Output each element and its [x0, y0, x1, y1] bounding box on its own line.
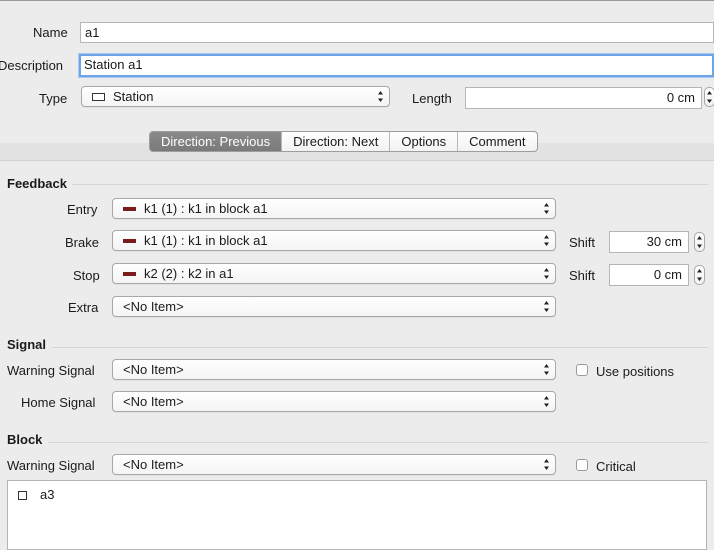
length-field[interactable]: 0 cm: [465, 87, 702, 109]
home-signal-select-value: <No Item>: [123, 394, 184, 409]
brake-shift-stepper[interactable]: [694, 232, 705, 252]
stop-select[interactable]: k2 (2) : k2 in a1: [112, 263, 556, 284]
tab-comment[interactable]: Comment: [457, 132, 536, 151]
up-down-arrows-icon: [544, 459, 549, 470]
use-positions-label: Use positions: [596, 364, 675, 379]
length-stepper[interactable]: [704, 87, 714, 107]
type-label: Type: [39, 91, 68, 106]
window-top-border: [0, 0, 714, 1]
stepper-arrows-icon: [707, 91, 712, 103]
critical-label: Critical: [596, 459, 636, 474]
type-select-value: Station: [113, 89, 154, 104]
up-down-arrows-icon: [544, 235, 549, 246]
stop-shift-field[interactable]: 0 cm: [609, 264, 689, 286]
description-label: Description: [0, 58, 64, 73]
stepper-arrows-icon: [697, 236, 702, 248]
tab-direction-previous[interactable]: Direction: Previous: [150, 132, 282, 151]
signal-warning-select[interactable]: <No Item>: [112, 359, 556, 380]
length-label: Length: [412, 91, 452, 106]
sensor-icon: [123, 206, 136, 211]
name-field[interactable]: a1: [80, 22, 714, 43]
signal-warning-select-value: <No Item>: [123, 362, 184, 377]
direction-tabs: Direction: Previous Direction: Next Opti…: [149, 131, 538, 152]
brake-shift-field[interactable]: 30 cm: [609, 231, 689, 253]
brake-shift-label: Shift: [569, 235, 596, 250]
type-select[interactable]: Station: [81, 86, 390, 107]
use-positions-checkbox[interactable]: [576, 364, 588, 376]
name-label: Name: [33, 25, 68, 40]
entry-select[interactable]: k1 (1) : k1 in block a1: [112, 198, 556, 219]
block-divider: [48, 442, 708, 443]
block-icon: [18, 491, 27, 500]
tab-direction-next[interactable]: Direction: Next: [281, 132, 389, 151]
up-down-arrows-icon: [544, 364, 549, 375]
list-item-label: a3: [40, 487, 55, 502]
sensor-icon: [123, 238, 136, 243]
stop-shift-stepper[interactable]: [694, 265, 705, 285]
extra-select-value: <No Item>: [123, 299, 184, 314]
up-down-arrows-icon: [378, 91, 383, 102]
feedback-divider: [72, 184, 708, 185]
up-down-arrows-icon: [544, 203, 549, 214]
brake-select[interactable]: k1 (1) : k1 in block a1: [112, 230, 556, 251]
stop-select-value: k2 (2) : k2 in a1: [144, 266, 234, 281]
signal-section-title: Signal: [7, 337, 47, 352]
stop-shift-label: Shift: [569, 268, 596, 283]
up-down-arrows-icon: [544, 301, 549, 312]
block-list[interactable]: a3: [7, 480, 707, 550]
block-warning-select-value: <No Item>: [123, 457, 184, 472]
extra-select[interactable]: <No Item>: [112, 296, 556, 317]
block-section-title: Block: [7, 432, 43, 447]
home-signal-select[interactable]: <No Item>: [112, 391, 556, 412]
brake-label: Brake: [65, 235, 99, 250]
brake-select-value: k1 (1) : k1 in block a1: [144, 233, 268, 248]
entry-select-value: k1 (1) : k1 in block a1: [144, 201, 268, 216]
feedback-section-title: Feedback: [7, 176, 67, 191]
block-warning-label: Warning Signal: [7, 458, 95, 473]
stop-label: Stop: [73, 268, 100, 283]
description-field[interactable]: Station a1: [79, 54, 714, 77]
up-down-arrows-icon: [544, 268, 549, 279]
extra-label: Extra: [68, 300, 99, 315]
block-warning-select[interactable]: <No Item>: [112, 454, 556, 475]
up-down-arrows-icon: [544, 396, 549, 407]
home-signal-label: Home Signal: [21, 395, 96, 410]
sensor-icon: [123, 271, 136, 276]
entry-label: Entry: [67, 202, 98, 217]
critical-checkbox[interactable]: [576, 459, 588, 471]
stepper-arrows-icon: [697, 269, 702, 281]
tab-options[interactable]: Options: [389, 132, 457, 151]
signal-warning-label: Warning Signal: [7, 363, 95, 378]
station-icon: [92, 92, 105, 101]
signal-divider: [52, 347, 708, 348]
